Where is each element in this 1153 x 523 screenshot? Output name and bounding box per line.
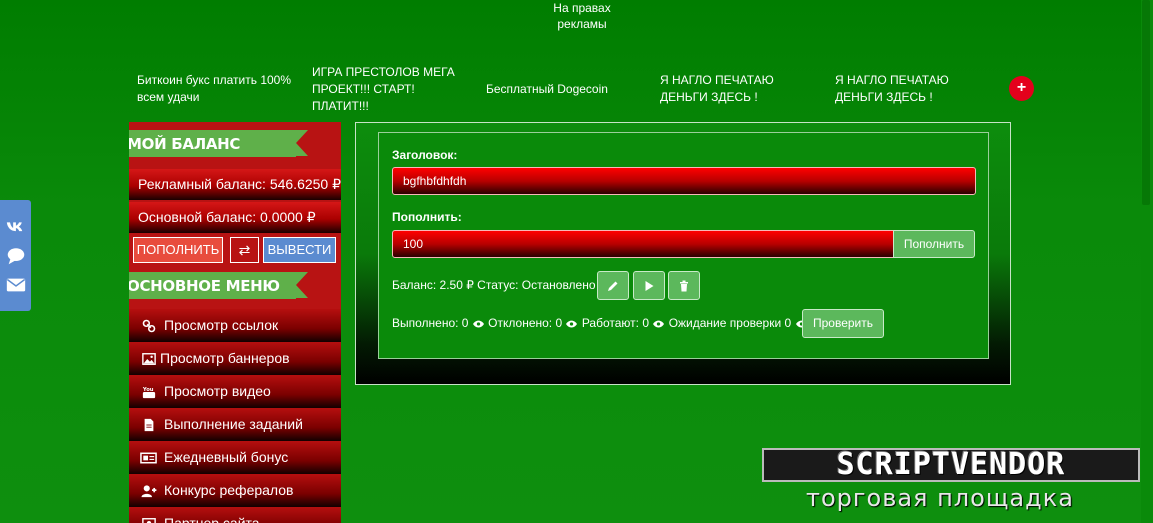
stats-line: Выполнено: 0 Отклонено: 0 Работают: 0 Ож… <box>392 316 808 330</box>
ticket-icon <box>140 452 157 464</box>
ad-links-row: Биткоин букс платить 100% всем удачи ИГР… <box>136 62 1036 114</box>
ad-label: На правах рекламы <box>553 1 611 31</box>
stat-done: Выполнено: 0 <box>392 316 469 330</box>
menu-item-partner[interactable]: Партнер сайта <box>129 507 341 523</box>
menu-item-label: Ежедневный бонус <box>164 449 289 465</box>
mail-icon[interactable] <box>5 274 27 296</box>
file-icon <box>144 418 154 432</box>
partner-icon <box>142 518 156 523</box>
play-icon <box>645 281 654 291</box>
menu-item-tasks[interactable]: Выполнение заданий <box>129 408 341 441</box>
eye-icon[interactable] <box>653 320 665 328</box>
scrollbar-thumb[interactable] <box>1142 0 1150 205</box>
menu-item-banners[interactable]: Просмотр баннеров <box>129 342 341 375</box>
balance-actions: ПОПОЛНИТЬ ⇄ ВЫВЕСТИ <box>129 236 341 266</box>
pencil-icon <box>608 281 618 291</box>
chat-icon[interactable] <box>5 245 27 267</box>
campaign-panel: Заголовок: bgfhbfdhfdh Пополнить: 100 По… <box>355 122 1011 385</box>
stat-working: Работают: 0 <box>581 316 649 330</box>
exchange-button[interactable]: ⇄ <box>230 237 259 263</box>
image-icon <box>142 353 156 365</box>
withdraw-button[interactable]: ВЫВЕСТИ <box>263 237 336 263</box>
user-plus-icon <box>141 485 157 498</box>
vk-icon[interactable] <box>5 216 27 238</box>
balance-section-header: МОЙ БАЛАНС <box>129 130 308 157</box>
delete-button[interactable] <box>668 271 700 300</box>
eye-icon[interactable] <box>566 320 578 328</box>
ad-link-4[interactable]: Я НАГЛО ПЕЧАТАЮ ДЕНЬГИ ЗДЕСЬ ! <box>660 72 810 106</box>
ad-link-3[interactable]: Бесплатный Dogecoin <box>486 81 626 98</box>
watermark-subtitle: торговая площадка <box>806 484 1074 512</box>
ad-link-2[interactable]: ИГРА ПРЕСТОЛОВ МЕГА ПРОЕКТ!!! СТАРТ! ПЛА… <box>312 64 462 115</box>
menu-item-bonus[interactable]: Ежедневный бонус <box>129 441 341 474</box>
exchange-icon: ⇄ <box>238 242 251 258</box>
eye-icon[interactable] <box>472 320 484 328</box>
menu-item-referrals[interactable]: Конкурс рефералов <box>129 474 341 507</box>
start-button[interactable] <box>633 271 665 300</box>
ad-link-5[interactable]: Я НАГЛО ПЕЧАТАЮ ДЕНЬГИ ЗДЕСЬ ! <box>835 72 985 106</box>
menu-title: ОСНОВНОЕ МЕНЮ <box>129 277 280 295</box>
menu-item-label: Конкурс рефералов <box>164 482 294 498</box>
youtube-icon: You <box>142 387 156 399</box>
menu-item-label: Просмотр ссылок <box>164 317 279 333</box>
topup-balance-button[interactable]: ПОПОЛНИТЬ <box>133 237 223 263</box>
check-button[interactable]: Проверить <box>802 309 884 338</box>
status-text: Баланс: 2.50 ₽ Статус: Остановлено <box>392 278 596 292</box>
link-icon <box>142 319 156 333</box>
ad-balance-row: Рекламный баланс: 546.6250 ₽ <box>129 169 341 200</box>
topup-button[interactable]: Пополнить <box>893 230 975 258</box>
title-input[interactable]: bgfhbfdhfdh <box>392 167 976 195</box>
menu-item-video[interactable]: You Просмотр видео <box>129 375 341 408</box>
topup-amount-input[interactable]: 100 <box>392 230 894 258</box>
topup-label: Пополнить: <box>392 210 462 224</box>
add-ad-button[interactable]: + <box>1009 76 1034 101</box>
stat-rejected: Отклонено: 0 <box>488 316 563 330</box>
trash-icon <box>680 280 688 292</box>
menu-item-label: Партнер сайта <box>164 515 260 523</box>
page-scrollbar[interactable] <box>1141 0 1153 523</box>
watermark: SCRIPTVENDOR торговая площадка <box>762 448 1142 523</box>
campaign-card: Заголовок: bgfhbfdhfdh Пополнить: 100 По… <box>378 132 989 359</box>
menu-item-label: Выполнение заданий <box>164 416 303 432</box>
edit-button[interactable] <box>597 271 629 300</box>
watermark-brand: SCRIPTVENDOR <box>762 448 1140 482</box>
ad-link-1[interactable]: Биткоин букс платить 100% всем удачи <box>137 72 297 106</box>
menu-item-label: Просмотр баннеров <box>160 350 290 366</box>
menu-item-label: Просмотр видео <box>164 383 271 399</box>
title-label: Заголовок: <box>392 148 458 162</box>
stat-pending: Ожидание проверки 0 <box>668 316 792 330</box>
main-balance-row: Основной баланс: 0.0000 ₽ <box>129 202 341 233</box>
menu-section-header: ОСНОВНОЕ МЕНЮ <box>129 272 308 299</box>
sidebar: МОЙ БАЛАНС Рекламный баланс: 546.6250 ₽ … <box>129 122 341 523</box>
balance-title: МОЙ БАЛАНС <box>129 135 241 153</box>
menu-item-links[interactable]: Просмотр ссылок <box>129 309 341 342</box>
social-share-bar <box>0 200 31 311</box>
